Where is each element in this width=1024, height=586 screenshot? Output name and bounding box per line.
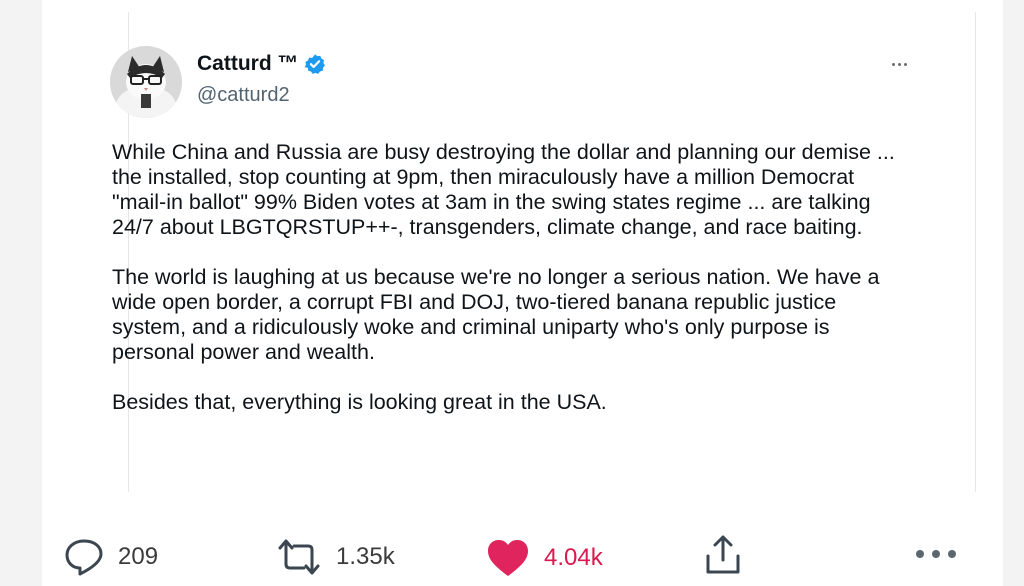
reply-button[interactable]: 209 (64, 538, 158, 576)
reply-count: 209 (118, 543, 159, 570)
tweet-more-menu-button[interactable] (884, 54, 914, 74)
retweet-count: 1.35k (336, 543, 395, 570)
heart-icon (488, 540, 528, 576)
screenshot-frame: Catturd ™ @catturd2 While China and Russ… (0, 0, 1024, 586)
retweet-button[interactable]: 1.35k (276, 538, 395, 576)
like-count: 4.04k (544, 544, 603, 571)
more-dot (897, 62, 901, 66)
share-button[interactable] (704, 534, 742, 576)
tweet-author: Catturd ™ @catturd2 (197, 52, 326, 107)
avatar[interactable] (110, 46, 182, 118)
more-options-button[interactable] (916, 550, 956, 558)
more-dot (932, 550, 940, 558)
cat-avatar-image (110, 46, 182, 118)
more-dot (948, 550, 956, 558)
tweet-paragraph: While China and Russia are busy destroyi… (112, 140, 895, 239)
author-display-name[interactable]: Catturd ™ (197, 52, 299, 76)
tweet-action-bar: 209 1.35k 4.04k (56, 530, 976, 586)
more-dot (891, 62, 895, 66)
author-handle[interactable]: @catturd2 (197, 84, 326, 107)
like-button[interactable]: 4.04k (486, 538, 603, 578)
tweet-paragraph: Besides that, everything is looking grea… (112, 390, 607, 414)
verified-badge-icon (304, 54, 325, 74)
reply-icon (65, 539, 103, 576)
tweet-paragraph: The world is laughing at us because we'r… (112, 265, 880, 364)
share-icon (706, 535, 740, 574)
more-dot (916, 550, 924, 558)
retweet-icon (278, 539, 320, 575)
tweet-text: While China and Russia are busy destroyi… (112, 140, 912, 440)
more-dot (903, 62, 907, 66)
